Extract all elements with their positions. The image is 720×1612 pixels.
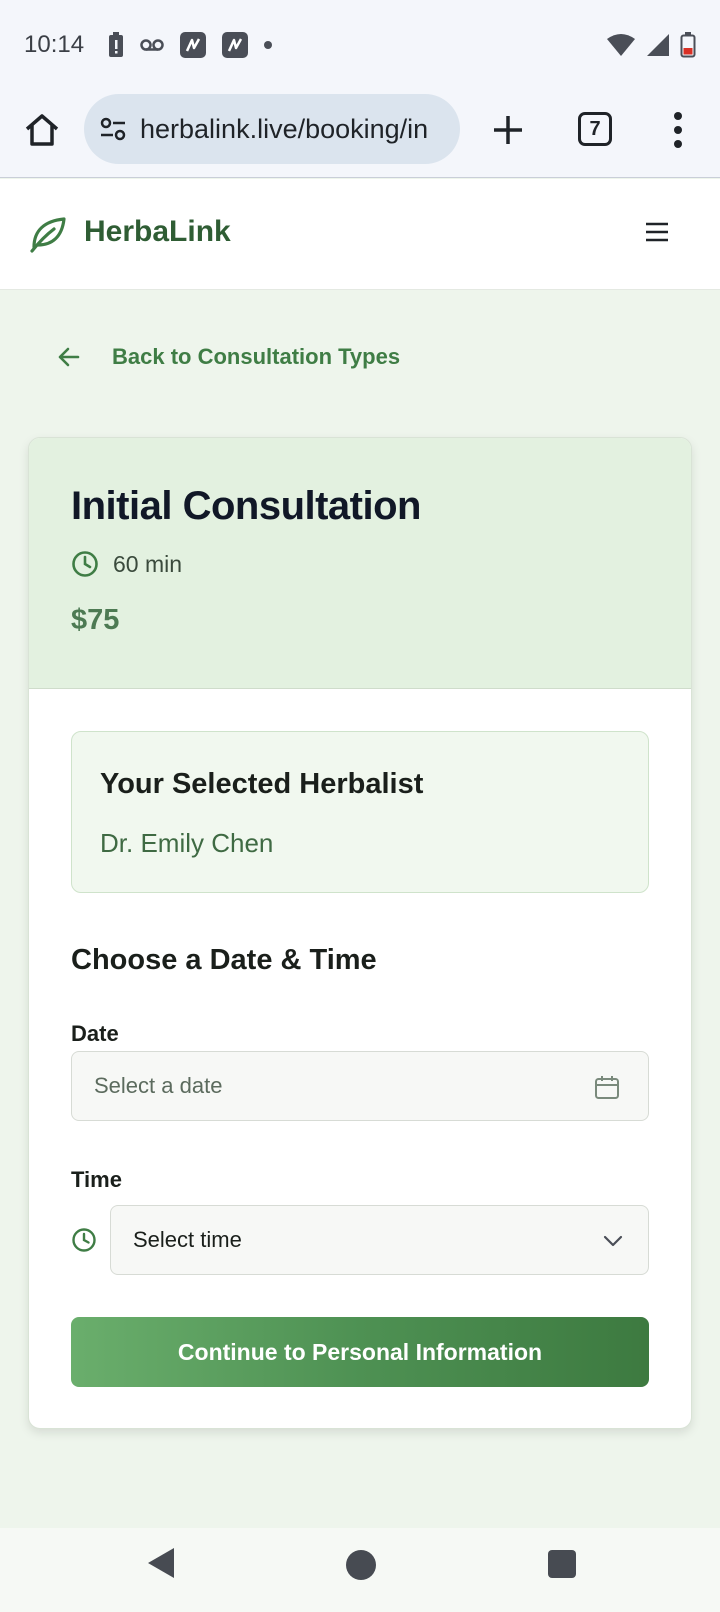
time-label: Time xyxy=(71,1167,122,1192)
site-header: HerbaLink xyxy=(0,179,720,290)
nav-recents-icon[interactable] xyxy=(548,1550,576,1578)
app-notification-icon xyxy=(222,32,249,58)
menu-icon[interactable] xyxy=(644,221,670,243)
leaf-logo-icon[interactable] xyxy=(28,213,68,253)
date-placeholder: Select a date xyxy=(94,1073,223,1098)
continue-button[interactable]: Continue to Personal Information xyxy=(71,1317,649,1387)
clock-icon xyxy=(72,551,98,577)
voicemail-icon xyxy=(140,39,164,51)
brand-name[interactable]: HerbaLink xyxy=(84,215,231,249)
duration: 60 min xyxy=(71,550,182,578)
clock-icon xyxy=(72,1228,96,1252)
arrow-left-icon xyxy=(58,347,80,367)
system-navigation-bar xyxy=(0,1528,720,1612)
status-notification-icons xyxy=(108,32,273,58)
consultation-summary: Initial Consultation 60 min $75 xyxy=(29,438,691,689)
time-field-row: Select time xyxy=(71,1205,649,1275)
dot-icon xyxy=(264,41,273,49)
battery-low-icon xyxy=(680,32,696,58)
back-to-consultation-types-link[interactable]: Back to Consultation Types xyxy=(56,344,400,370)
home-icon[interactable] xyxy=(22,110,62,150)
booking-card: Initial Consultation 60 min $75 Your Sel… xyxy=(28,437,692,1429)
signal-icon xyxy=(647,34,669,56)
nav-home-icon[interactable] xyxy=(346,1550,376,1580)
time-select-value: Select time xyxy=(133,1227,242,1252)
selected-herbalist-box: Your Selected Herbalist Dr. Emily Chen xyxy=(71,731,649,893)
nav-back-icon[interactable] xyxy=(146,1546,176,1580)
date-input[interactable]: Select a date xyxy=(71,1051,649,1121)
consultation-title: Initial Consultation xyxy=(71,484,421,528)
selected-herbalist-heading: Your Selected Herbalist xyxy=(100,768,424,800)
status-time: 10:14 xyxy=(24,31,85,58)
duration-text: 60 min xyxy=(113,550,183,577)
wifi-icon xyxy=(607,34,635,56)
date-time-heading: Choose a Date & Time xyxy=(71,944,377,976)
site-settings-icon[interactable] xyxy=(98,114,128,144)
battery-alert-icon xyxy=(109,32,124,57)
back-link-label: Back to Consultation Types xyxy=(112,344,401,369)
status-bar: 10:14 xyxy=(0,0,720,90)
herbalist-name: Dr. Emily Chen xyxy=(100,828,274,858)
calendar-icon[interactable] xyxy=(594,1074,620,1100)
address-bar[interactable]: herbalink.live/booking/in xyxy=(84,94,460,164)
app-notification-icon xyxy=(180,32,207,58)
url-text: herbalink.live/booking/in xyxy=(140,113,429,144)
plus-icon[interactable] xyxy=(490,112,526,148)
date-label: Date xyxy=(71,1021,119,1046)
browser-toolbar: herbalink.live/booking/in 7 xyxy=(0,90,720,178)
more-options-icon[interactable] xyxy=(660,110,696,150)
chevron-down-icon xyxy=(603,1235,623,1247)
tab-switcher-button[interactable]: 7 xyxy=(578,112,612,146)
price: $75 xyxy=(71,604,120,636)
time-select[interactable]: Select time xyxy=(110,1205,649,1275)
